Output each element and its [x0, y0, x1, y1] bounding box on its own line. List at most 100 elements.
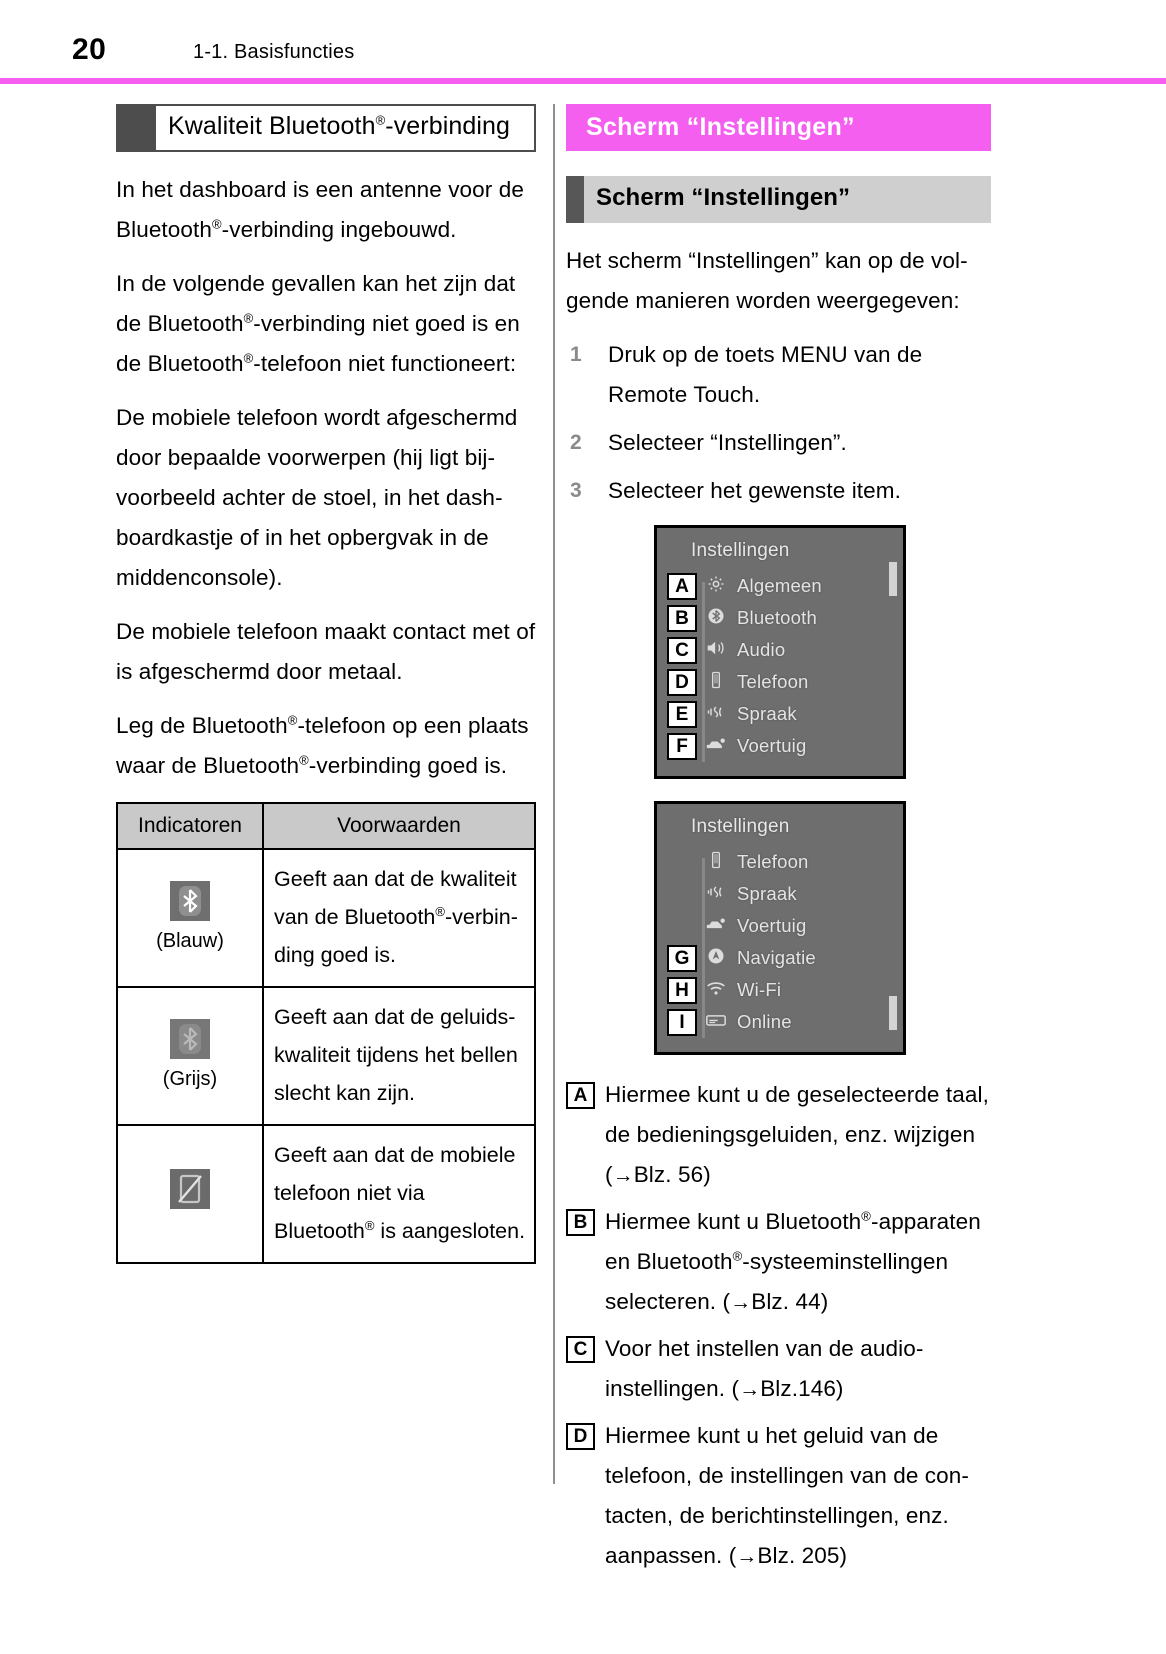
- settings-menu-item-voertuig[interactable]: F Voertuig: [657, 730, 903, 762]
- phone-icon: [703, 670, 729, 694]
- right-column: Scherm “Instellingen” Scherm “Instelling…: [566, 104, 991, 1583]
- column-header-indicatoren: Indicatoren: [116, 802, 264, 850]
- callout-badge: G: [667, 944, 697, 972]
- legend-badge: B: [566, 1209, 595, 1236]
- subheading-text: Kwaliteit Bluetooth®-verbinding: [168, 112, 511, 140]
- settings-screenshot-2: Instellingen Telefoon Spraak Voertuig G …: [654, 801, 906, 1055]
- paragraph-1: In het dashboard is een antenne voor de …: [116, 177, 524, 242]
- callout-badge: E: [667, 700, 697, 728]
- settings-menu-item-audio[interactable]: C Audio: [657, 634, 903, 666]
- settings-menu-item-telefoon[interactable]: Telefoon: [657, 846, 903, 878]
- table-row: (Grijs) Geeft aan dat de geluids­kwalite…: [116, 986, 536, 1126]
- indicator-caption: (Blauw): [156, 930, 224, 952]
- section-banner: Scherm “Instellingen”: [566, 104, 991, 151]
- indicator-table: Indicatoren Voorwaarden (Blauw) Geeft aa…: [116, 802, 536, 1264]
- indicator-cell: (Blauw): [116, 848, 264, 988]
- menu-item-label: Spraak: [737, 883, 797, 904]
- list-item: D Hiermee kunt u het geluid van de telef…: [566, 1416, 991, 1577]
- callout-badge: A: [667, 572, 697, 600]
- page-number: 20: [72, 33, 107, 66]
- menu-item-label: Telefoon: [737, 851, 809, 872]
- menu-item-label: Navigatie: [737, 947, 816, 968]
- menu-item-label: Online: [737, 1011, 792, 1032]
- callout-badge: D: [667, 668, 697, 696]
- legend-text: Hiermee kunt u Bluetooth®-appara­ten en …: [605, 1208, 981, 1314]
- page-header: 20 1-1. Basisfuncties: [0, 0, 1166, 86]
- indicator-caption: (Grijs): [162, 1068, 218, 1090]
- step-text: Selecteer het gewenste item.: [608, 478, 901, 503]
- condition-cell: Geeft aan dat de kwaliteit van de Blueto…: [262, 848, 536, 988]
- left-subheading: Kwaliteit Bluetooth®-verbinding: [116, 104, 536, 152]
- settings-menu-item-algemeen[interactable]: A Algemeen: [657, 570, 903, 602]
- callout-badge: [667, 913, 697, 940]
- condition-cell: Geeft aan dat de geluids­kwaliteit tijde…: [262, 986, 536, 1126]
- phone-disconnected-icon: [170, 1168, 210, 1209]
- steps-list: 1 Druk op de toets MENU van de Remote To…: [566, 335, 991, 511]
- settings-menu-item-wifi[interactable]: H Wi-Fi: [657, 974, 903, 1006]
- settings-menu-list: A Algemeen B Bluetooth C Audio D Telefoo…: [657, 570, 903, 776]
- settings-menu-item-spraak[interactable]: Spraak: [657, 878, 903, 910]
- navigation-icon: [703, 946, 729, 970]
- table-header-row: Indicatoren Voorwaarden: [116, 802, 536, 850]
- column-divider: [553, 104, 555, 1484]
- bluetooth-icon-grey: [170, 1019, 210, 1059]
- legend-list: A Hiermee kunt u de geselecteerde taal, …: [566, 1075, 991, 1577]
- settings-menu-item-spraak[interactable]: E Spraak: [657, 698, 903, 730]
- callout-badge: H: [667, 976, 697, 1004]
- bluetooth-icon-blue: [170, 881, 210, 921]
- callout-badge: I: [667, 1008, 697, 1036]
- callout-badge: C: [667, 636, 697, 664]
- voice-icon: [703, 702, 729, 726]
- step-number: 1: [570, 343, 582, 366]
- callout-badge: [667, 881, 697, 908]
- step-text: Druk op de toets MENU van de Remote Touc…: [608, 342, 923, 407]
- condition-cell: Geeft aan dat de mobiele telefoon niet v…: [262, 1124, 536, 1264]
- scrollbar-thumb[interactable]: [889, 996, 897, 1030]
- step-number: 2: [570, 431, 582, 454]
- screenshot-title: Instellingen: [691, 816, 790, 837]
- subbanner-text: Scherm “Instellingen”: [596, 184, 851, 211]
- list-item: 3 Selecteer het gewenste item.: [566, 471, 991, 511]
- online-icon: [703, 1010, 729, 1034]
- menu-item-label: Voertuig: [737, 915, 807, 936]
- subbanner-marker: [566, 176, 584, 223]
- screenshot-title: Instellingen: [691, 540, 790, 561]
- menu-divider-line: [702, 858, 705, 1038]
- table-row: (Blauw) Geeft aan dat de kwaliteit van d…: [116, 848, 536, 988]
- callout-badge: F: [667, 732, 697, 760]
- list-item: 2 Selecteer “Instellingen”.: [566, 423, 991, 463]
- voice-icon: [703, 882, 729, 906]
- vehicle-icon: [703, 914, 729, 938]
- scrollbar-thumb[interactable]: [889, 562, 897, 596]
- phone-icon: [703, 850, 729, 874]
- wifi-icon: [703, 978, 729, 1002]
- vehicle-icon: [703, 734, 729, 758]
- settings-menu-list: Telefoon Spraak Voertuig G Navigatie H W…: [657, 846, 903, 1052]
- section-label: 1-1. Basisfuncties: [193, 41, 355, 63]
- menu-item-label: Telefoon: [737, 671, 809, 692]
- menu-item-label: Wi-Fi: [737, 979, 782, 1000]
- menu-item-label: Bluetooth: [737, 607, 817, 628]
- gear-icon: [703, 574, 729, 598]
- settings-menu-item-telefoon[interactable]: D Telefoon: [657, 666, 903, 698]
- left-column: Kwaliteit Bluetooth®-verbinding In het d…: [116, 104, 536, 1264]
- paragraph-3: De mobiele telefoon wordt afgeschermd do…: [116, 405, 518, 590]
- paragraph-5: Leg de Bluetooth®-telefoon op een plaats…: [116, 712, 529, 778]
- legend-badge: D: [566, 1423, 595, 1450]
- settings-menu-item-bluetooth[interactable]: B Bluetooth: [657, 602, 903, 634]
- header-rule: [0, 78, 1166, 84]
- settings-menu-item-online[interactable]: I Online: [657, 1006, 903, 1038]
- list-item: B Hiermee kunt u Bluetooth®-appara­ten e…: [566, 1202, 991, 1323]
- speaker-icon: [703, 638, 729, 662]
- intro-paragraph: Het scherm “Instellingen” kan op de vol­…: [566, 248, 968, 313]
- column-header-voorwaarden: Voorwaarden: [262, 802, 536, 850]
- menu-divider-line: [702, 582, 705, 762]
- settings-menu-item-voertuig[interactable]: Voertuig: [657, 910, 903, 942]
- legend-text: Hiermee kunt u het geluid van de telefoo…: [605, 1423, 969, 1568]
- callout-badge: B: [667, 604, 697, 632]
- step-number: 3: [570, 479, 582, 502]
- settings-menu-item-navigatie[interactable]: G Navigatie: [657, 942, 903, 974]
- paragraph-2: In de volgende gevallen kan het zijn dat…: [116, 271, 520, 376]
- menu-item-label: Spraak: [737, 703, 797, 724]
- indicator-cell: [116, 1124, 264, 1264]
